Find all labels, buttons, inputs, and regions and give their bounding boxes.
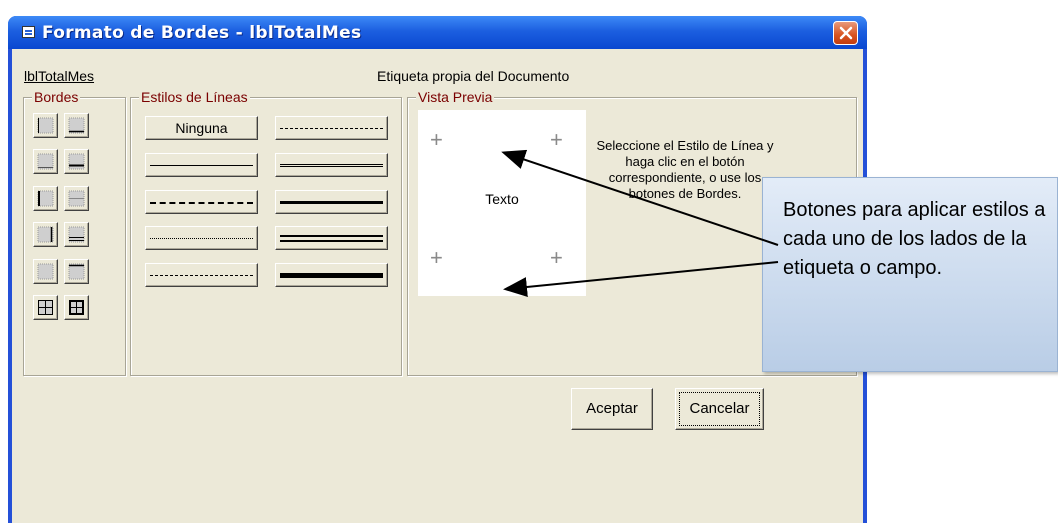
arrow-to-bottom-border <box>503 261 779 297</box>
annotation-arrows <box>501 149 779 297</box>
arrow-to-top-border <box>501 149 779 246</box>
